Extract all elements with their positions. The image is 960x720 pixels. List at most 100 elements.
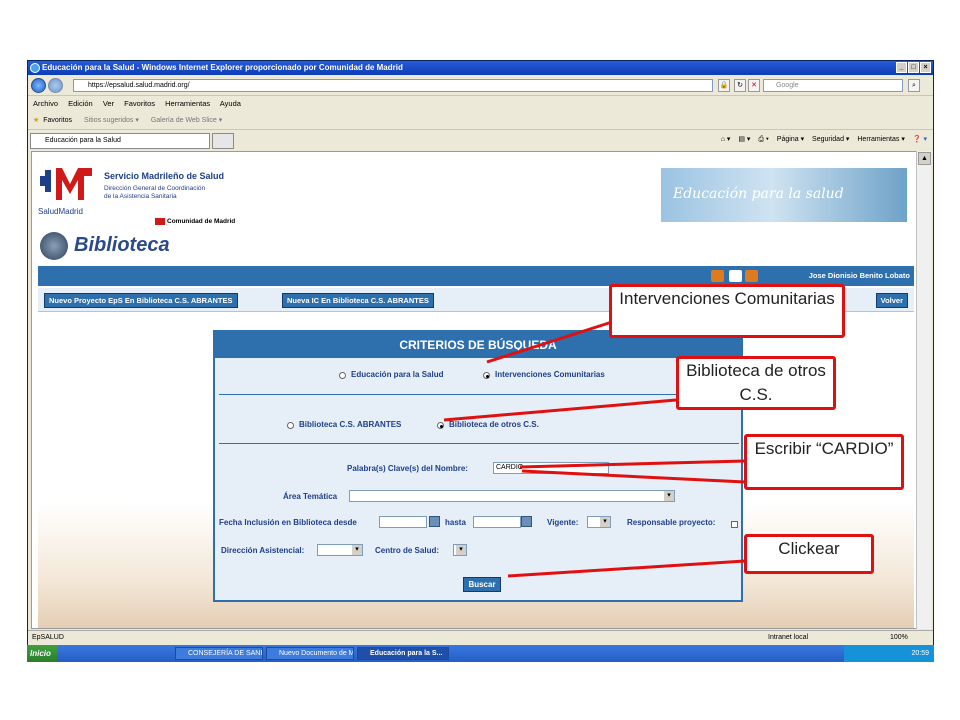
stop-icon[interactable]: ✕ [748, 79, 760, 92]
lock-icon[interactable]: 🔒 [718, 79, 730, 92]
separator-2 [219, 443, 739, 444]
fecha-label: Fecha Inclusión en Biblioteca desde [219, 518, 357, 527]
search-form: CRITERIOS DE BÚSQUEDA Educación para la … [213, 330, 743, 602]
area-select[interactable] [349, 490, 675, 502]
menu-edicion[interactable]: Edición [68, 99, 93, 108]
direccion-label: Dirección Asistencial: [221, 546, 305, 555]
calendar-hasta-icon[interactable] [521, 516, 532, 527]
direccion-select[interactable] [317, 544, 363, 556]
brand-name: Servicio Madrileño de Salud [104, 171, 225, 181]
salud-madrid-label: SaludMadrid [38, 207, 83, 216]
address-bar: https://epsalud.salud.madrid.org/ 🔒 ↻ ✕ … [28, 76, 933, 96]
user-icon[interactable] [745, 270, 758, 282]
keywords-label: Palabra(s) Clave(s) del Nombre: [347, 464, 468, 473]
eps-banner: Educación para la salud [661, 168, 907, 222]
page-title: Biblioteca [74, 234, 170, 256]
taskbar: Inicio CONSEJERÍA DE SANID... Nuevo Docu… [27, 645, 934, 662]
fav-galeria[interactable]: Galería de Web Slice ▾ [151, 117, 222, 124]
fecha-hasta-input[interactable] [473, 516, 521, 528]
clock: 20:59 [911, 650, 929, 657]
new-project-button[interactable]: Nuevo Proyecto EpS En Biblioteca C.S. AB… [44, 293, 238, 308]
star-icon: ★ [33, 117, 40, 124]
close-icon[interactable]: × [920, 62, 931, 73]
print-icon[interactable]: ⎙ ▾ [758, 136, 769, 143]
task-educacion[interactable]: Educación para la S... [357, 647, 449, 660]
cmd-seguridad[interactable]: Seguridad ▾ [812, 136, 849, 143]
zone-label: Intranet local [768, 634, 809, 641]
sermas-logo: Servicio Madrileño de Salud Dirección Ge… [38, 164, 248, 225]
new-ic-button[interactable]: Nueva IC En Biblioteca C.S. ABRANTES [282, 293, 434, 308]
menu-bar: Archivo Edición Ver Favoritos Herramient… [28, 97, 933, 111]
label-educacion: Educación para la Salud [351, 370, 444, 379]
calendar-desde-icon[interactable] [429, 516, 440, 527]
menu-favoritos[interactable]: Favoritos [124, 99, 155, 108]
buscar-button[interactable]: Buscar [463, 577, 501, 592]
radio-educacion[interactable] [339, 372, 346, 379]
label-biblioteca-abrantes: Biblioteca C.S. ABRANTES [299, 420, 402, 429]
command-bar: ⌂ ▾ ▤ ▾ ⎙ ▾ Página ▾ Seguridad ▾ Herrami… [715, 135, 927, 144]
menu-herramientas[interactable]: Herramientas [165, 99, 210, 108]
forward-icon[interactable] [48, 78, 63, 93]
menu-ayuda[interactable]: Ayuda [220, 99, 241, 108]
area-label: Área Temática [283, 492, 338, 501]
new-tab-button[interactable] [212, 133, 234, 149]
menu-ver[interactable]: Ver [103, 99, 114, 108]
zoom-level[interactable]: 100% [890, 631, 908, 645]
callout-intervenciones: Intervenciones Comunitarias [609, 284, 845, 338]
cmd-herramientas[interactable]: Herramientas ▾ [857, 136, 904, 143]
back-button[interactable]: Volver [875, 293, 908, 308]
label-intervenciones: Intervenciones Comunitarias [495, 370, 605, 379]
responsable-checkbox[interactable] [731, 521, 738, 528]
vigente-label: Vigente: [547, 518, 579, 527]
users-icon[interactable] [711, 270, 724, 282]
sermas-logo-icon [40, 168, 92, 200]
flag-icon [155, 218, 165, 225]
user-name: Jose Dionisio Benito Lobato [808, 271, 910, 280]
help-icon[interactable]: ❓ ▾ [913, 136, 927, 143]
centro-select[interactable] [453, 544, 467, 556]
start-button[interactable]: Inicio [27, 645, 57, 662]
tab-educacion[interactable]: Educación para la Salud [30, 133, 210, 149]
fav-sitios[interactable]: Sitios sugeridos ▾ [84, 117, 139, 124]
centro-label: Centro de Salud: [375, 546, 440, 555]
cmd-pagina[interactable]: Página ▾ [777, 136, 804, 143]
window-title: Educación para la Salud - Windows Intern… [42, 63, 403, 72]
search-input[interactable]: Google [763, 79, 903, 92]
status-bar: EpSALUD Intranet local 100% [28, 630, 933, 644]
feeds-icon[interactable]: ▤ ▾ [738, 136, 750, 143]
maximize-icon[interactable]: □ [908, 62, 919, 73]
fecha-desde-input[interactable] [379, 516, 427, 528]
radio-biblioteca-otros[interactable] [437, 422, 444, 429]
responsable-label: Responsable proyecto: [627, 518, 716, 527]
separator-1 [219, 394, 739, 395]
task-nuevo-documento[interactable]: Nuevo Documento de Mi... [266, 647, 354, 660]
window-controls: _ □ × [896, 62, 931, 73]
system-tray: 20:59 [844, 645, 934, 662]
user-bar: Jose Dionisio Benito Lobato [38, 266, 914, 286]
back-icon[interactable] [31, 78, 46, 93]
radio-biblioteca-abrantes[interactable] [287, 422, 294, 429]
radio-intervenciones[interactable] [483, 372, 490, 379]
comunidad-label: Comunidad de Madrid [155, 218, 235, 225]
scroll-up-icon[interactable]: ▲ [918, 152, 931, 165]
keywords-input[interactable]: CARDIO [493, 462, 609, 474]
vertical-scrollbar[interactable]: ▲ [916, 151, 931, 629]
task-consejeria[interactable]: CONSEJERÍA DE SANID... [175, 647, 263, 660]
url-input[interactable]: https://epsalud.salud.madrid.org/ [73, 79, 713, 92]
menu-archivo[interactable]: Archivo [33, 99, 58, 108]
callout-biblioteca: Biblioteca de otros C.S. [676, 356, 836, 410]
favorites-bar: ★ Favoritos Sitios sugeridos ▾ Galería d… [28, 112, 933, 130]
favorites-button[interactable]: Favoritos [43, 117, 72, 124]
brand-sub: Dirección General de Coordinación de la … [104, 185, 205, 201]
status-text: EpSALUD [32, 634, 64, 641]
minimize-icon[interactable]: _ [896, 62, 907, 73]
search-icon[interactable]: ⌕ [908, 79, 920, 92]
home-icon[interactable]: ⌂ ▾ [721, 136, 731, 143]
tab-bar: Educación para la Salud ⌂ ▾ ▤ ▾ ⎙ ▾ Pági… [28, 131, 933, 150]
ie-icon [30, 63, 40, 73]
callout-clickear: Clickear [744, 534, 874, 574]
refresh-icon[interactable]: ↻ [734, 79, 746, 92]
info-icon[interactable] [729, 270, 742, 282]
vigente-select[interactable] [587, 516, 611, 528]
title-bar: Educación para la Salud - Windows Intern… [28, 61, 933, 75]
